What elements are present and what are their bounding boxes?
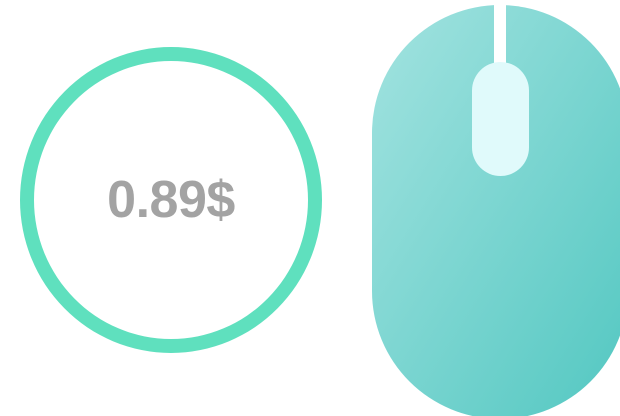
stage: 0.89$ (0, 0, 620, 416)
computer-mouse-icon (372, 0, 620, 416)
mouse-cable (494, 0, 506, 72)
scroll-wheel (472, 62, 529, 176)
price-label: 0.89$ (107, 171, 235, 229)
computer-mouse-graphic (372, 0, 620, 416)
price-ring: 0.89$ (20, 47, 322, 353)
